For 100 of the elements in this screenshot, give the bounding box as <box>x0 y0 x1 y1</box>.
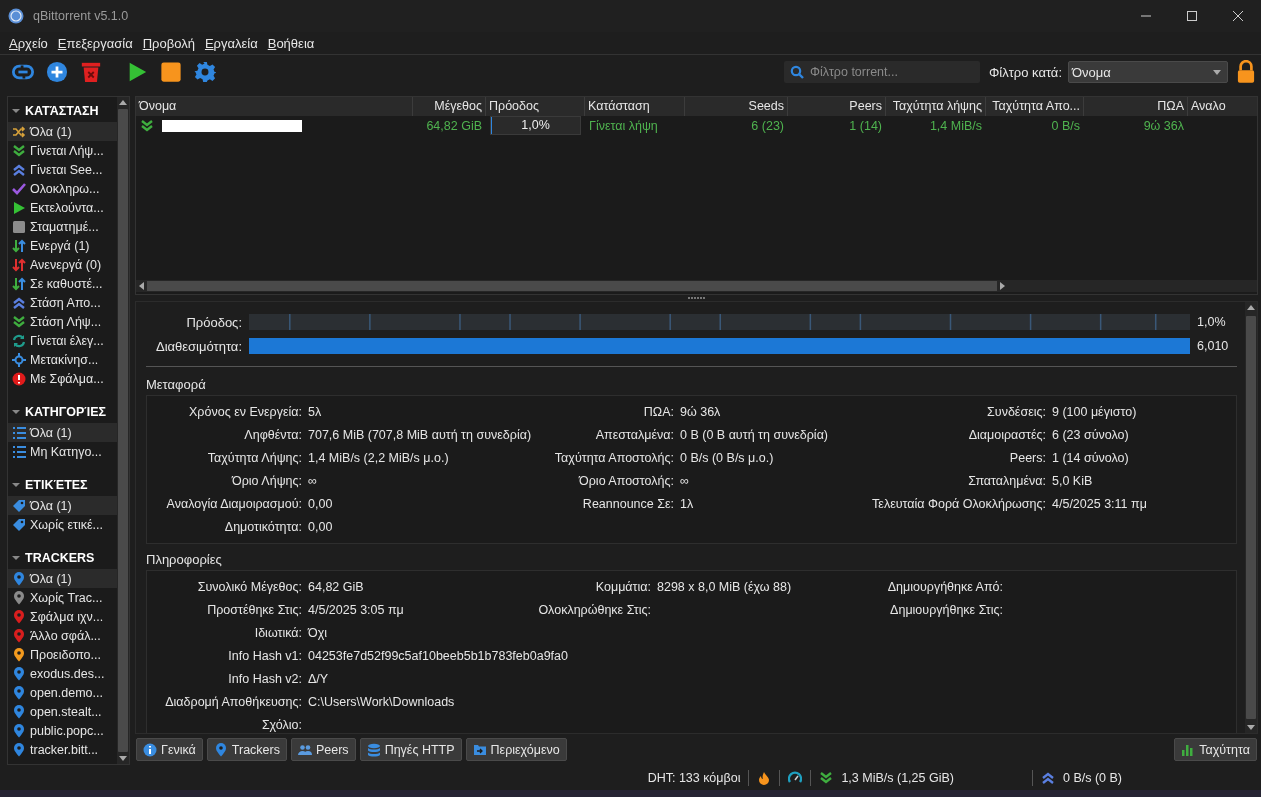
lock-icon[interactable] <box>1237 60 1255 84</box>
scrollbar-thumb[interactable] <box>118 109 128 752</box>
sidebar-item[interactable]: Με Σφάλμα... <box>8 369 117 388</box>
menu-item[interactable]: Επεξεργασία <box>57 35 133 51</box>
maximize-icon[interactable] <box>1187 11 1197 21</box>
double-chevron-down-icon <box>12 314 26 329</box>
field-value: 1,4 MiB/s (2,2 MiB/s μ.ο.) <box>308 450 450 465</box>
tab[interactable]: Περιεχόμενο <box>465 738 567 761</box>
checkmark-icon <box>12 181 26 196</box>
collapse-arrow-icon <box>12 408 20 416</box>
add-icon[interactable] <box>46 61 68 83</box>
tab[interactable]: Γενικά <box>136 738 203 761</box>
gauge-icon <box>788 770 803 785</box>
tab[interactable]: Peers <box>290 738 356 761</box>
sidebar-item[interactable]: Προειδοπο... <box>8 645 117 664</box>
sidebar-item[interactable]: Στάση Απο... <box>8 293 117 312</box>
splitter-handle[interactable] <box>687 297 706 299</box>
tab[interactable]: Ταχύτητα <box>1174 738 1257 761</box>
double-chevron-down-icon <box>12 143 26 158</box>
field-value: 9 (100 μέγιστο) <box>1052 404 1138 419</box>
field-label: Σπαταλημένα: <box>967 473 1046 488</box>
sidebar-item[interactable]: Γίνεται έλεγ... <box>8 331 117 350</box>
column-header[interactable]: Ταχύτητα λήψης <box>886 97 986 116</box>
column-header[interactable]: ΠΩΑ <box>1084 97 1188 116</box>
sidebar-item[interactable]: exodus.des... <box>8 664 117 683</box>
tab[interactable]: Πηγές HTTP <box>359 738 462 761</box>
menu-item[interactable]: Εργαλεία <box>204 35 258 51</box>
bar-chart-icon <box>1181 742 1196 757</box>
sidebar-item[interactable]: Γίνεται See... <box>8 160 117 179</box>
field-value: 0,00 <box>308 496 334 511</box>
square-icon <box>12 219 26 234</box>
scrollbar-thumb[interactable] <box>147 281 997 291</box>
table-cell-text: 64,82 GiB <box>425 118 483 133</box>
scroll-left-icon[interactable] <box>139 282 144 290</box>
sidebar-item[interactable]: Ενεργά (1) <box>8 236 117 255</box>
sidebar-item[interactable]: Εκτελούντα... <box>8 198 117 217</box>
sidebar-item[interactable]: Σταματημέ... <box>8 217 117 236</box>
table-cell-text: 0 B/s <box>1050 118 1081 133</box>
menu-item[interactable]: Προβολή <box>142 35 195 51</box>
field-label: ΠΩΑ: <box>642 404 674 419</box>
sidebar-item[interactable]: Όλα (1) <box>8 423 117 442</box>
sidebar-item[interactable]: Σε καθυστέ... <box>8 274 117 293</box>
close-icon[interactable] <box>1233 11 1243 21</box>
stop-icon[interactable] <box>160 61 182 83</box>
field-value: 64,82 GiB <box>308 579 365 594</box>
column-header[interactable]: Μέγεθος <box>413 97 486 116</box>
sidebar-item[interactable]: public.popc... <box>8 721 117 740</box>
filter-dropdown[interactable]: Όνομα <box>1068 61 1228 83</box>
sidebar-item[interactable]: Γίνεται Λήψ... <box>8 141 117 160</box>
sidebar-item[interactable]: Όλα (1) <box>8 496 117 515</box>
section-title: Μεταφορά <box>146 377 207 394</box>
column-header[interactable]: Αναλο <box>1188 97 1257 116</box>
sidebar-item[interactable]: Ανενεργά (0) <box>8 255 117 274</box>
table-cell-text: 1 (14) <box>848 118 883 133</box>
section-header[interactable]: ΚΑΤΆΣΤΑΣΗ <box>8 100 117 122</box>
column-header[interactable]: Seeds <box>685 97 788 116</box>
tab[interactable]: Trackers <box>206 738 287 761</box>
menu-item[interactable]: Αρχείο <box>9 35 48 51</box>
sidebar-item[interactable]: open.demo... <box>8 683 117 702</box>
field-label: Δημιουργήθηκε Στις: <box>889 602 1003 617</box>
field-value: 0 B/s (0 B/s μ.ο.) <box>680 450 775 465</box>
column-header[interactable]: Ταχύτητα Απο... <box>986 97 1084 116</box>
section-header[interactable]: ΕΤΙΚΈΤΕΣ <box>8 474 117 496</box>
field-value: ∞ <box>308 473 318 488</box>
field-label: Διαδρομή Αποθήκευσης: <box>164 694 302 709</box>
scrollbar-thumb[interactable] <box>1246 316 1256 719</box>
sidebar-item[interactable]: Χωρίς ετικέ... <box>8 515 117 534</box>
availability-label: Διαθεσιμότητα: <box>155 338 243 354</box>
trash-icon[interactable] <box>80 61 102 83</box>
sidebar-item[interactable]: Άλλο σφάλ... <box>8 626 117 645</box>
scroll-down-icon[interactable] <box>1247 725 1255 730</box>
sidebar-item[interactable]: Στάση Λήψ... <box>8 312 117 331</box>
scroll-up-icon[interactable] <box>119 100 127 105</box>
flame-icon <box>757 770 772 785</box>
scroll-right-icon[interactable] <box>1000 282 1005 290</box>
sidebar-item[interactable]: Ολοκληρω... <box>8 179 117 198</box>
settings-icon[interactable] <box>194 61 216 83</box>
column-header[interactable]: Κατάσταση <box>585 97 685 116</box>
sidebar-item[interactable]: Χωρίς Trac... <box>8 588 117 607</box>
field-label: Δημιουργήθηκε Από: <box>886 579 1003 594</box>
sidebar-item[interactable]: Σφάλμα ιχν... <box>8 607 117 626</box>
sidebar-item[interactable]: Όλα (1) <box>8 569 117 588</box>
field-value: 0 B (0 B αυτή τη συνεδρία) <box>680 427 830 442</box>
column-header[interactable]: Peers <box>788 97 886 116</box>
sidebar-item[interactable]: tracker.bitt... <box>8 740 117 759</box>
search-field[interactable]: Φίλτρο torrent... <box>783 61 980 83</box>
scroll-up-icon[interactable] <box>1247 305 1255 310</box>
column-header[interactable]: Όνομα <box>136 97 413 116</box>
double-chevron-up-icon <box>12 295 26 310</box>
section-header[interactable]: TRACKERS <box>8 547 117 569</box>
section-header[interactable]: ΚΑΤΗΓΟΡΊΕΣ <box>8 401 117 423</box>
sidebar-item[interactable]: open.stealt... <box>8 702 117 721</box>
sidebar-item[interactable]: Μη Κατηγο... <box>8 442 117 461</box>
double-chevron-up-icon <box>1040 770 1055 785</box>
sidebar-item[interactable]: Όλα (1) <box>8 122 117 141</box>
menu-item[interactable]: Βοήθεια <box>267 35 315 51</box>
scroll-down-icon[interactable] <box>119 756 127 761</box>
field-value: 707,6 MiB (707,8 MiB αυτή τη συνεδρία) <box>308 427 533 442</box>
field-value: C:\Users\Work\Downloads <box>308 694 456 709</box>
sidebar-item[interactable]: Μετακίνησ... <box>8 350 117 369</box>
